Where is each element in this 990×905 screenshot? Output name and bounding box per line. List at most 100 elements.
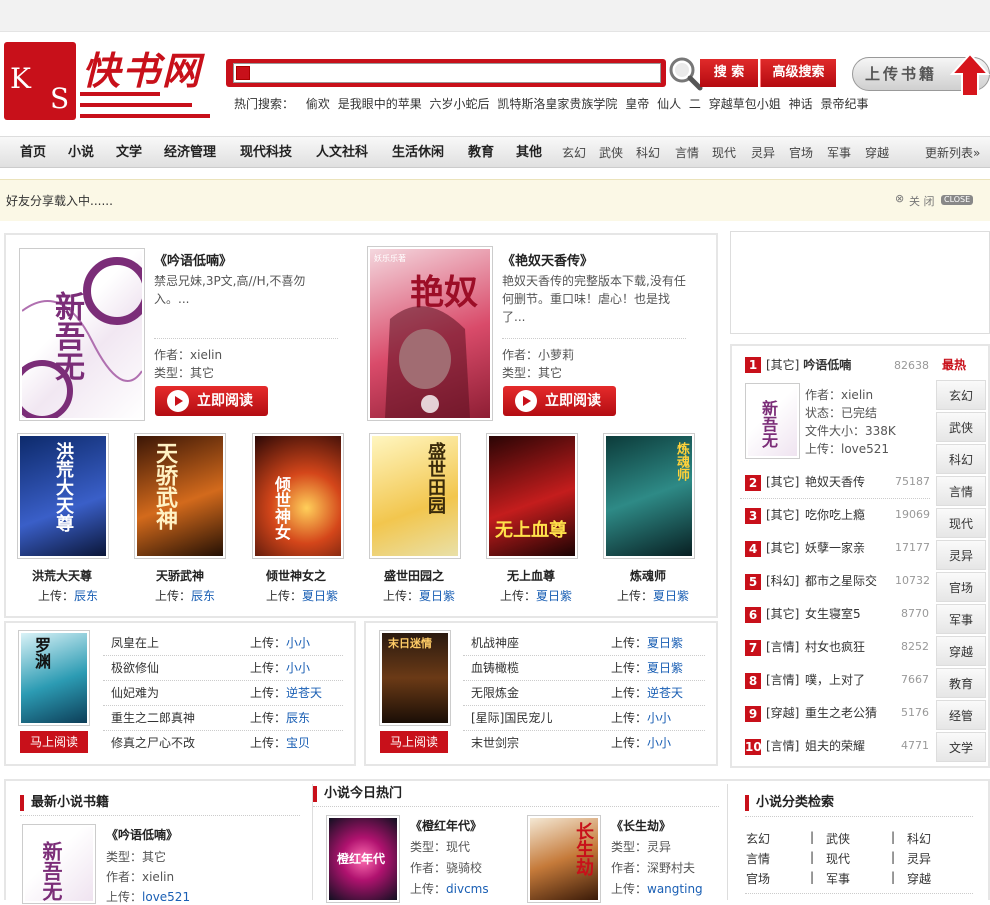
grid-cover[interactable]: 盛世田园 bbox=[369, 433, 461, 559]
rank-title[interactable]: 噗，上对了 bbox=[805, 671, 865, 688]
nav-technology[interactable]: 现代科技 bbox=[240, 137, 292, 169]
uploader-link[interactable]: 小小 bbox=[647, 736, 671, 750]
category-link[interactable]: 官场 bbox=[746, 870, 770, 887]
uploader-link[interactable]: 辰东 bbox=[74, 589, 98, 603]
nav-update-list[interactable]: 更新列表» bbox=[925, 137, 980, 169]
rank-tab-supernatural[interactable]: 灵异 bbox=[936, 540, 986, 570]
nav-sub-timetravel[interactable]: 穿越 bbox=[865, 137, 889, 169]
search-input[interactable] bbox=[233, 63, 661, 83]
nav-sub-fantasy[interactable]: 玄幻 bbox=[562, 137, 586, 169]
rank-title[interactable]: 姐夫的荣耀 bbox=[805, 737, 865, 754]
advanced-search-button[interactable]: 高级搜索 bbox=[760, 59, 836, 87]
list-row[interactable]: [星际]国民宠儿 上传：小小 bbox=[463, 706, 705, 731]
grid-title[interactable]: 无上血尊 bbox=[507, 567, 555, 584]
list-title[interactable]: 极欲修仙 bbox=[111, 659, 159, 676]
list-row[interactable]: 重生之二郎真神 上传：辰东 bbox=[103, 706, 343, 731]
nav-sub-military[interactable]: 军事 bbox=[827, 137, 851, 169]
nav-literature[interactable]: 文学 bbox=[116, 137, 142, 169]
list-row[interactable]: 极欲修仙 上传：小小 bbox=[103, 656, 343, 681]
nav-sub-wuxia[interactable]: 武侠 bbox=[599, 137, 623, 169]
uploader-link[interactable]: 辰东 bbox=[191, 589, 215, 603]
search-button[interactable]: 搜 索 bbox=[700, 59, 758, 87]
nav-home[interactable]: 首页 bbox=[20, 137, 46, 169]
nav-sub-romance[interactable]: 言情 bbox=[675, 137, 699, 169]
grid-title[interactable]: 倾世神女之 bbox=[266, 567, 326, 584]
rank-tab-scifi[interactable]: 科幻 bbox=[936, 444, 986, 474]
featured-title-2[interactable]: 《艳奴天香传》 bbox=[502, 250, 593, 269]
nav-lifestyle[interactable]: 生活休闲 bbox=[392, 137, 444, 169]
uploader-link[interactable]: 小小 bbox=[647, 711, 671, 725]
rank-title[interactable]: 都市之星际交 bbox=[805, 572, 877, 589]
list-row[interactable]: 机战神座 上传：夏日紫 bbox=[463, 631, 705, 656]
nav-sub-scifi[interactable]: 科幻 bbox=[636, 137, 660, 169]
uploader-link[interactable]: 小小 bbox=[286, 636, 310, 650]
hot-link[interactable]: 二 bbox=[689, 97, 701, 111]
today-book-title[interactable]: 《长生劫》 bbox=[611, 817, 671, 834]
uploader-link[interactable]: 夏日紫 bbox=[419, 589, 455, 603]
category-link[interactable]: 武侠 bbox=[826, 830, 850, 847]
rank-title[interactable]: 村女也疯狂 bbox=[805, 638, 865, 655]
today-cover[interactable]: 橙红年代 bbox=[326, 815, 400, 903]
list-title[interactable]: 仙妃难为 bbox=[111, 684, 159, 701]
rank-row[interactable]: 7 [言情] 村女也疯狂 8252 bbox=[745, 635, 930, 668]
hot-link[interactable]: 是我眼中的苹果 bbox=[338, 97, 422, 111]
rank-title[interactable]: 妖孽一家亲 bbox=[805, 539, 865, 556]
grid-title[interactable]: 洪荒大天尊 bbox=[32, 567, 92, 584]
rank-title[interactable]: 吟语低喃 bbox=[803, 358, 851, 372]
hot-link[interactable]: 穿越草包小姐 bbox=[709, 97, 781, 111]
rank-title[interactable]: 女生寝室5 bbox=[805, 605, 861, 622]
category-link[interactable]: 灵异 bbox=[907, 850, 931, 867]
grid-cover[interactable]: 无上血尊 bbox=[486, 433, 578, 559]
rank-row[interactable]: 5 [科幻] 都市之星际交 10732 bbox=[745, 569, 930, 602]
list-row[interactable]: 血铸橄榄 上传：夏日紫 bbox=[463, 656, 705, 681]
read-now-small-left[interactable]: 马上阅读 bbox=[20, 731, 88, 753]
today-book-title[interactable]: 《橙红年代》 bbox=[410, 817, 482, 834]
list-cover-left[interactable]: 罗渊 bbox=[18, 630, 90, 726]
rank-top-cover[interactable]: 新吾无 bbox=[745, 383, 800, 459]
uploader-link[interactable]: 夏日紫 bbox=[302, 589, 338, 603]
nav-novel[interactable]: 小说 bbox=[68, 137, 94, 169]
close-share-link[interactable]: 关 闭 bbox=[909, 193, 935, 209]
nav-sub-modern[interactable]: 现代 bbox=[712, 137, 736, 169]
category-link[interactable]: 言情 bbox=[746, 850, 770, 867]
list-title[interactable]: 凤皇在上 bbox=[111, 634, 159, 651]
hot-link[interactable]: 皇帝 bbox=[625, 97, 649, 111]
featured-cover-2[interactable]: 妖乐乐著 艳奴 bbox=[367, 246, 493, 421]
rank-tab-officialdom[interactable]: 官场 bbox=[936, 572, 986, 602]
hot-link[interactable]: 六岁小蛇后 bbox=[430, 97, 490, 111]
list-title[interactable]: 重生之二郎真神 bbox=[111, 709, 195, 726]
site-logo-text[interactable]: 快书网 bbox=[82, 40, 202, 95]
rank-row[interactable]: 2 [其它] 艳奴天香传 75187 bbox=[745, 470, 930, 503]
list-row[interactable]: 末世剑宗 上传：小小 bbox=[463, 731, 705, 756]
grid-title[interactable]: 盛世田园之 bbox=[384, 567, 444, 584]
close-icon[interactable]: ⊗ bbox=[895, 192, 904, 205]
hot-link[interactable]: 神话 bbox=[789, 97, 813, 111]
rank-title[interactable]: 吃你吃上瘾 bbox=[805, 506, 865, 523]
hot-link[interactable]: 景帝纪事 bbox=[820, 97, 868, 111]
nav-humanities[interactable]: 人文社科 bbox=[316, 137, 368, 169]
uploader-link[interactable]: 辰东 bbox=[286, 711, 310, 725]
hot-link[interactable]: 偷欢 bbox=[306, 97, 330, 111]
rank-title[interactable]: 艳奴天香传 bbox=[805, 473, 865, 490]
list-title[interactable]: 机战神座 bbox=[471, 634, 519, 651]
grid-cover[interactable]: 洪荒大天尊 bbox=[17, 433, 109, 559]
grid-title[interactable]: 天骄武神 bbox=[156, 567, 204, 584]
rank-tab-literature[interactable]: 文学 bbox=[936, 732, 986, 762]
rank-tab-education[interactable]: 教育 bbox=[936, 668, 986, 698]
list-title[interactable]: 末世剑宗 bbox=[471, 734, 519, 751]
hot-link[interactable]: 凯特斯洛皇家贵族学院 bbox=[497, 97, 617, 111]
list-row[interactable]: 凤皇在上 上传：小小 bbox=[103, 631, 343, 656]
list-row[interactable]: 仙妃难为 上传：逆苍天 bbox=[103, 681, 343, 706]
rank-row[interactable]: 8 [言情] 噗，上对了 7667 bbox=[745, 668, 930, 701]
uploader-link[interactable]: 逆苍天 bbox=[286, 686, 322, 700]
list-title[interactable]: 无限炼金 bbox=[471, 684, 519, 701]
uploader-link[interactable]: 夏日紫 bbox=[536, 589, 572, 603]
category-link[interactable]: 现代 bbox=[826, 850, 850, 867]
uploader-link[interactable]: love521 bbox=[142, 890, 190, 904]
rank-row[interactable]: 3 [其它] 吃你吃上瘾 19069 bbox=[745, 503, 930, 536]
rank-row[interactable]: 4 [其它] 妖孽一家亲 17177 bbox=[745, 536, 930, 569]
rank-tab-modern[interactable]: 现代 bbox=[936, 508, 986, 538]
nav-sub-supernatural[interactable]: 灵异 bbox=[751, 137, 775, 169]
rank-tab-military[interactable]: 军事 bbox=[936, 604, 986, 634]
rank-tab-wuxia[interactable]: 武侠 bbox=[936, 412, 986, 442]
